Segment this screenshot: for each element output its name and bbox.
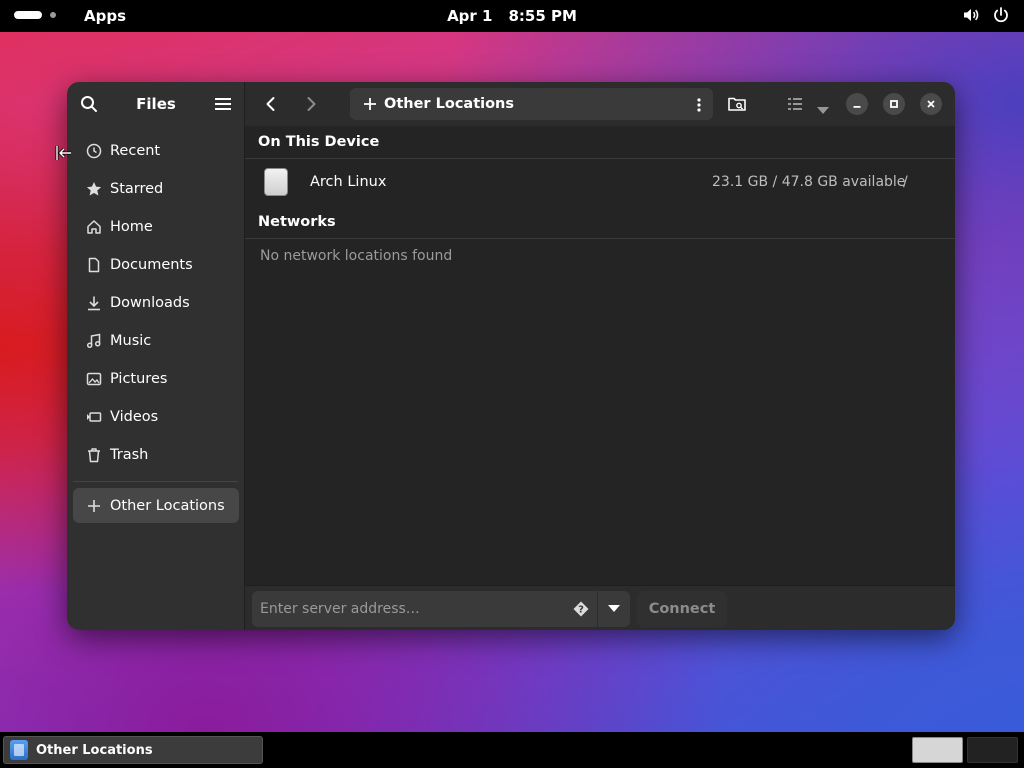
sidebar-item-label: Home <box>110 219 153 235</box>
sidebar-item-recent[interactable]: Recent <box>67 132 245 170</box>
maximize-icon <box>890 100 898 108</box>
path-label: Other Locations <box>384 96 515 112</box>
chevron-down-icon[interactable] <box>817 100 829 114</box>
server-address-entry: ? <box>252 591 597 627</box>
sidebar-item-label: Trash <box>110 447 149 463</box>
content-area: Other Locations On This Device Arch Linu… <box>245 82 955 630</box>
drive-icon <box>264 168 288 196</box>
volume-icon[interactable] <box>962 6 980 28</box>
back-arrow-icon[interactable] <box>261 94 281 114</box>
top-bar: Apps Apr 1 8:55 PM <box>0 0 1024 32</box>
help-icon[interactable]: ? <box>573 601 589 617</box>
taskbar: Other Locations <box>0 732 1024 768</box>
sidebar-item-label: Music <box>110 333 152 349</box>
sidebar-item-label: Videos <box>110 409 159 425</box>
music-icon <box>86 333 102 349</box>
clock-icon <box>86 143 102 159</box>
download-icon <box>86 295 102 311</box>
system-tray[interactable] <box>962 6 1010 28</box>
files-window: Files Recent Starred Home Documents Down… <box>67 82 955 630</box>
plus-icon <box>362 96 378 112</box>
close-button[interactable] <box>920 93 942 115</box>
sidebar-item-downloads[interactable]: Downloads <box>67 284 245 322</box>
taskbar-window-button[interactable]: Other Locations <box>3 736 263 764</box>
sidebar-item-label: Downloads <box>110 295 190 311</box>
home-icon <box>86 219 102 235</box>
path-bar[interactable]: Other Locations <box>350 88 713 120</box>
clock[interactable]: Apr 1 8:55 PM <box>0 7 1024 25</box>
sidebar-item-label: Other Locations <box>110 497 225 514</box>
section-title-device: On This Device <box>258 134 380 150</box>
minimize-icon <box>853 106 861 108</box>
sidebar-separator <box>73 481 238 482</box>
star-icon <box>86 181 102 197</box>
folder-search-icon[interactable] <box>727 94 747 114</box>
workspace-1-thumbnail[interactable] <box>912 737 963 763</box>
maximize-button[interactable] <box>883 93 905 115</box>
minimize-button[interactable] <box>846 93 868 115</box>
forward-arrow-icon[interactable] <box>301 94 321 114</box>
power-icon[interactable] <box>992 6 1010 28</box>
list-view-icon[interactable] <box>787 96 803 112</box>
recent-servers-dropdown[interactable] <box>598 591 630 627</box>
sidebar: Files Recent Starred Home Documents Down… <box>67 82 245 630</box>
sidebar-header: Files <box>67 82 244 126</box>
sidebar-item-music[interactable]: Music <box>67 322 245 360</box>
sidebar-item-documents[interactable]: Documents <box>67 246 245 284</box>
plus-icon <box>86 498 102 514</box>
connect-bar: ? Connect <box>245 585 955 630</box>
section-title-networks: Networks <box>258 214 336 230</box>
empty-networks-message: No network locations found <box>260 248 453 264</box>
device-row[interactable]: Arch Linux 23.1 GB / 47.8 GB available / <box>245 162 955 204</box>
svg-text:?: ? <box>578 605 584 616</box>
sidebar-item-label: Documents <box>110 257 193 273</box>
device-mount-point: / <box>903 174 908 190</box>
sidebar-item-trash[interactable]: Trash <box>67 436 245 474</box>
header-bar: Other Locations <box>245 82 955 126</box>
files-app-icon <box>10 740 28 760</box>
sidebar-item-label: Pictures <box>110 371 168 387</box>
sidebar-item-other-locations[interactable]: Other Locations <box>73 488 239 523</box>
sidebar-item-label: Recent <box>110 143 161 159</box>
taskbar-window-label: Other Locations <box>36 742 153 758</box>
clock-time: 8:55 PM <box>508 7 577 25</box>
connect-button[interactable]: Connect <box>637 591 727 627</box>
trash-icon <box>86 447 102 463</box>
kebab-menu-icon[interactable] <box>697 97 701 112</box>
sidebar-item-starred[interactable]: Starred <box>67 170 245 208</box>
video-icon <box>86 409 102 425</box>
picture-icon <box>86 371 102 387</box>
device-name: Arch Linux <box>310 174 387 190</box>
sidebar-item-videos[interactable]: Videos <box>67 398 245 436</box>
chevron-down-icon <box>608 605 620 612</box>
clock-date: Apr 1 <box>447 7 493 25</box>
document-icon <box>86 257 102 273</box>
device-space: 23.1 GB / 47.8 GB available <box>712 174 906 190</box>
hamburger-menu-icon[interactable] <box>215 96 231 110</box>
sidebar-item-label: Starred <box>110 181 164 197</box>
resize-cursor-icon <box>55 144 73 162</box>
server-address-input[interactable] <box>260 601 560 617</box>
sidebar-item-home[interactable]: Home <box>67 208 245 246</box>
sidebar-item-pictures[interactable]: Pictures <box>67 360 245 398</box>
workspace-2-thumbnail[interactable] <box>967 737 1018 763</box>
close-icon <box>927 100 935 108</box>
divider <box>245 158 955 159</box>
sidebar-places-list: Recent Starred Home Documents Downloads … <box>67 132 245 474</box>
divider <box>245 238 955 239</box>
